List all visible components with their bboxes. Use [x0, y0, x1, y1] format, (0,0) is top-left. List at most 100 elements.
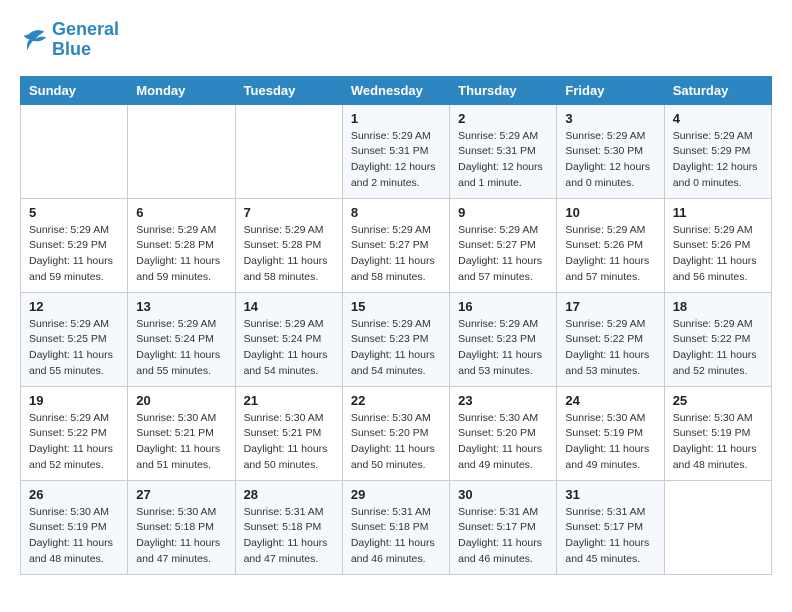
day-info: Sunrise: 5:29 AMSunset: 5:25 PMDaylight:… — [29, 317, 119, 380]
daylight-text: Daylight: 11 hours and 56 minutes. — [673, 254, 763, 286]
day-number: 10 — [565, 205, 655, 220]
sunset-text: Sunset: 5:20 PM — [458, 426, 548, 442]
day-number: 1 — [351, 111, 441, 126]
sunset-text: Sunset: 5:22 PM — [29, 426, 119, 442]
day-info: Sunrise: 5:29 AMSunset: 5:24 PMDaylight:… — [136, 317, 226, 380]
day-number: 23 — [458, 393, 548, 408]
calendar-cell: 8Sunrise: 5:29 AMSunset: 5:27 PMDaylight… — [342, 198, 449, 292]
day-info: Sunrise: 5:30 AMSunset: 5:21 PMDaylight:… — [136, 411, 226, 474]
day-info: Sunrise: 5:29 AMSunset: 5:26 PMDaylight:… — [565, 223, 655, 286]
calendar-cell: 19Sunrise: 5:29 AMSunset: 5:22 PMDayligh… — [21, 386, 128, 480]
daylight-text: Daylight: 11 hours and 49 minutes. — [458, 442, 548, 474]
calendar-cell — [235, 104, 342, 198]
sunrise-text: Sunrise: 5:29 AM — [244, 223, 334, 239]
calendar-cell: 13Sunrise: 5:29 AMSunset: 5:24 PMDayligh… — [128, 292, 235, 386]
calendar-week-row: 5 Sunrise: 5:29 AMSunset: 5:29 PMDaylight… — [21, 198, 772, 292]
calendar-cell: 11Sunrise: 5:29 AMSunset: 5:26 PMDayligh… — [664, 198, 771, 292]
calendar-week-row: 26Sunrise: 5:30 AMSunset: 5:19 PMDayligh… — [21, 480, 772, 574]
daylight-text: Daylight: 12 hours and 0 minutes. — [565, 160, 655, 192]
day-info: Sunrise: 5:29 AMSunset: 5:23 PMDaylight:… — [351, 317, 441, 380]
daylight-text: Daylight: 11 hours and 45 minutes. — [565, 536, 655, 568]
calendar-cell: 2Sunrise: 5:29 AMSunset: 5:31 PMDaylight… — [450, 104, 557, 198]
day-info: Sunrise: 5:29 AMSunset: 5:26 PMDaylight:… — [673, 223, 763, 286]
calendar-cell: 18Sunrise: 5:29 AMSunset: 5:22 PMDayligh… — [664, 292, 771, 386]
sunset-text: Sunset: 5:19 PM — [673, 426, 763, 442]
calendar-cell: 20Sunrise: 5:30 AMSunset: 5:21 PMDayligh… — [128, 386, 235, 480]
calendar-header-row: SundayMondayTuesdayWednesdayThursdayFrid… — [21, 76, 772, 104]
sunset-text: Sunset: 5:18 PM — [351, 520, 441, 536]
sunset-text: Sunset: 5:17 PM — [565, 520, 655, 536]
sunset-text: Sunset: 5:17 PM — [458, 520, 548, 536]
day-info: Sunrise: 5:29 AMSunset: 5:27 PMDaylight:… — [351, 223, 441, 286]
sunrise-text: Sunrise: 5:30 AM — [244, 411, 334, 427]
sunset-text: Sunset: 5:19 PM — [565, 426, 655, 442]
day-info: Sunrise: 5:31 AMSunset: 5:17 PMDaylight:… — [458, 505, 548, 568]
daylight-text: Daylight: 11 hours and 52 minutes. — [673, 348, 763, 380]
calendar-week-row: 19Sunrise: 5:29 AMSunset: 5:22 PMDayligh… — [21, 386, 772, 480]
sunset-text: Sunset: 5:28 PM — [244, 238, 334, 254]
calendar-cell: 23Sunrise: 5:30 AMSunset: 5:20 PMDayligh… — [450, 386, 557, 480]
daylight-text: Daylight: 11 hours and 54 minutes. — [244, 348, 334, 380]
sunrise-text: Sunrise: 5:29 AM — [673, 129, 763, 145]
daylight-text: Daylight: 12 hours and 1 minute. — [458, 160, 548, 192]
sunset-text: Sunset: 5:23 PM — [351, 332, 441, 348]
day-info: Sunrise: 5:29 AMSunset: 5:23 PMDaylight:… — [458, 317, 548, 380]
day-number: 14 — [244, 299, 334, 314]
header-friday: Friday — [557, 76, 664, 104]
day-number: 27 — [136, 487, 226, 502]
day-info: Sunrise: 5:30 AMSunset: 5:18 PMDaylight:… — [136, 505, 226, 568]
day-number: 21 — [244, 393, 334, 408]
sunrise-text: Sunrise: 5:30 AM — [565, 411, 655, 427]
day-info: Sunrise: 5:30 AMSunset: 5:20 PMDaylight:… — [351, 411, 441, 474]
sunset-text: Sunset: 5:27 PM — [351, 238, 441, 254]
calendar-cell: 5 Sunrise: 5:29 AMSunset: 5:29 PMDaylight… — [21, 198, 128, 292]
day-number: 7 — [244, 205, 334, 220]
sunrise-text: Sunrise: 5:30 AM — [351, 411, 441, 427]
day-info: Sunrise: 5:29 AMSunset: 5:27 PMDaylight:… — [458, 223, 548, 286]
header-monday: Monday — [128, 76, 235, 104]
day-number: 4 — [673, 111, 763, 126]
day-number: 28 — [244, 487, 334, 502]
sunset-text: Sunset: 5:26 PM — [673, 238, 763, 254]
header-wednesday: Wednesday — [342, 76, 449, 104]
calendar-cell: 25Sunrise: 5:30 AMSunset: 5:19 PMDayligh… — [664, 386, 771, 480]
day-info: Sunrise: 5:29 AMSunset: 5:31 PMDaylight:… — [351, 129, 441, 192]
day-info: Sunrise: 5:29 AMSunset: 5:29 PMDaylight:… — [29, 223, 119, 286]
calendar-cell: 10 Sunrise: 5:29 AMSunset: 5:26 PMDayligh… — [557, 198, 664, 292]
day-info: Sunrise: 5:29 AMSunset: 5:28 PMDaylight:… — [244, 223, 334, 286]
calendar-cell: 30Sunrise: 5:31 AMSunset: 5:17 PMDayligh… — [450, 480, 557, 574]
sunset-text: Sunset: 5:18 PM — [244, 520, 334, 536]
calendar-week-row: 1 Sunrise: 5:29 AMSunset: 5:31 PMDaylight… — [21, 104, 772, 198]
day-number: 12 — [29, 299, 119, 314]
header-saturday: Saturday — [664, 76, 771, 104]
calendar-cell — [128, 104, 235, 198]
header-tuesday: Tuesday — [235, 76, 342, 104]
daylight-text: Daylight: 11 hours and 46 minutes. — [351, 536, 441, 568]
day-number: 25 — [673, 393, 763, 408]
day-number: 5 — [29, 205, 119, 220]
day-info: Sunrise: 5:29 AMSunset: 5:22 PMDaylight:… — [29, 411, 119, 474]
daylight-text: Daylight: 11 hours and 51 minutes. — [136, 442, 226, 474]
day-info: Sunrise: 5:30 AMSunset: 5:19 PMDaylight:… — [29, 505, 119, 568]
daylight-text: Daylight: 12 hours and 2 minutes. — [351, 160, 441, 192]
day-number: 22 — [351, 393, 441, 408]
sunrise-text: Sunrise: 5:30 AM — [136, 411, 226, 427]
sunrise-text: Sunrise: 5:29 AM — [565, 317, 655, 333]
sunrise-text: Sunrise: 5:29 AM — [673, 317, 763, 333]
daylight-text: Daylight: 11 hours and 47 minutes. — [136, 536, 226, 568]
calendar-week-row: 12 Sunrise: 5:29 AMSunset: 5:25 PMDayligh… — [21, 292, 772, 386]
calendar-cell: 15Sunrise: 5:29 AMSunset: 5:23 PMDayligh… — [342, 292, 449, 386]
daylight-text: Daylight: 11 hours and 53 minutes. — [565, 348, 655, 380]
sunrise-text: Sunrise: 5:29 AM — [673, 223, 763, 239]
daylight-text: Daylight: 11 hours and 49 minutes. — [565, 442, 655, 474]
calendar-cell: 27 Sunrise: 5:30 AMSunset: 5:18 PMDayligh… — [128, 480, 235, 574]
daylight-text: Daylight: 11 hours and 55 minutes. — [29, 348, 119, 380]
sunset-text: Sunset: 5:18 PM — [136, 520, 226, 536]
sunrise-text: Sunrise: 5:31 AM — [565, 505, 655, 521]
sunrise-text: Sunrise: 5:31 AM — [244, 505, 334, 521]
header-thursday: Thursday — [450, 76, 557, 104]
sunrise-text: Sunrise: 5:29 AM — [136, 317, 226, 333]
sunset-text: Sunset: 5:23 PM — [458, 332, 548, 348]
calendar-cell — [21, 104, 128, 198]
calendar-cell: 22 Sunrise: 5:30 AMSunset: 5:20 PMDayligh… — [342, 386, 449, 480]
